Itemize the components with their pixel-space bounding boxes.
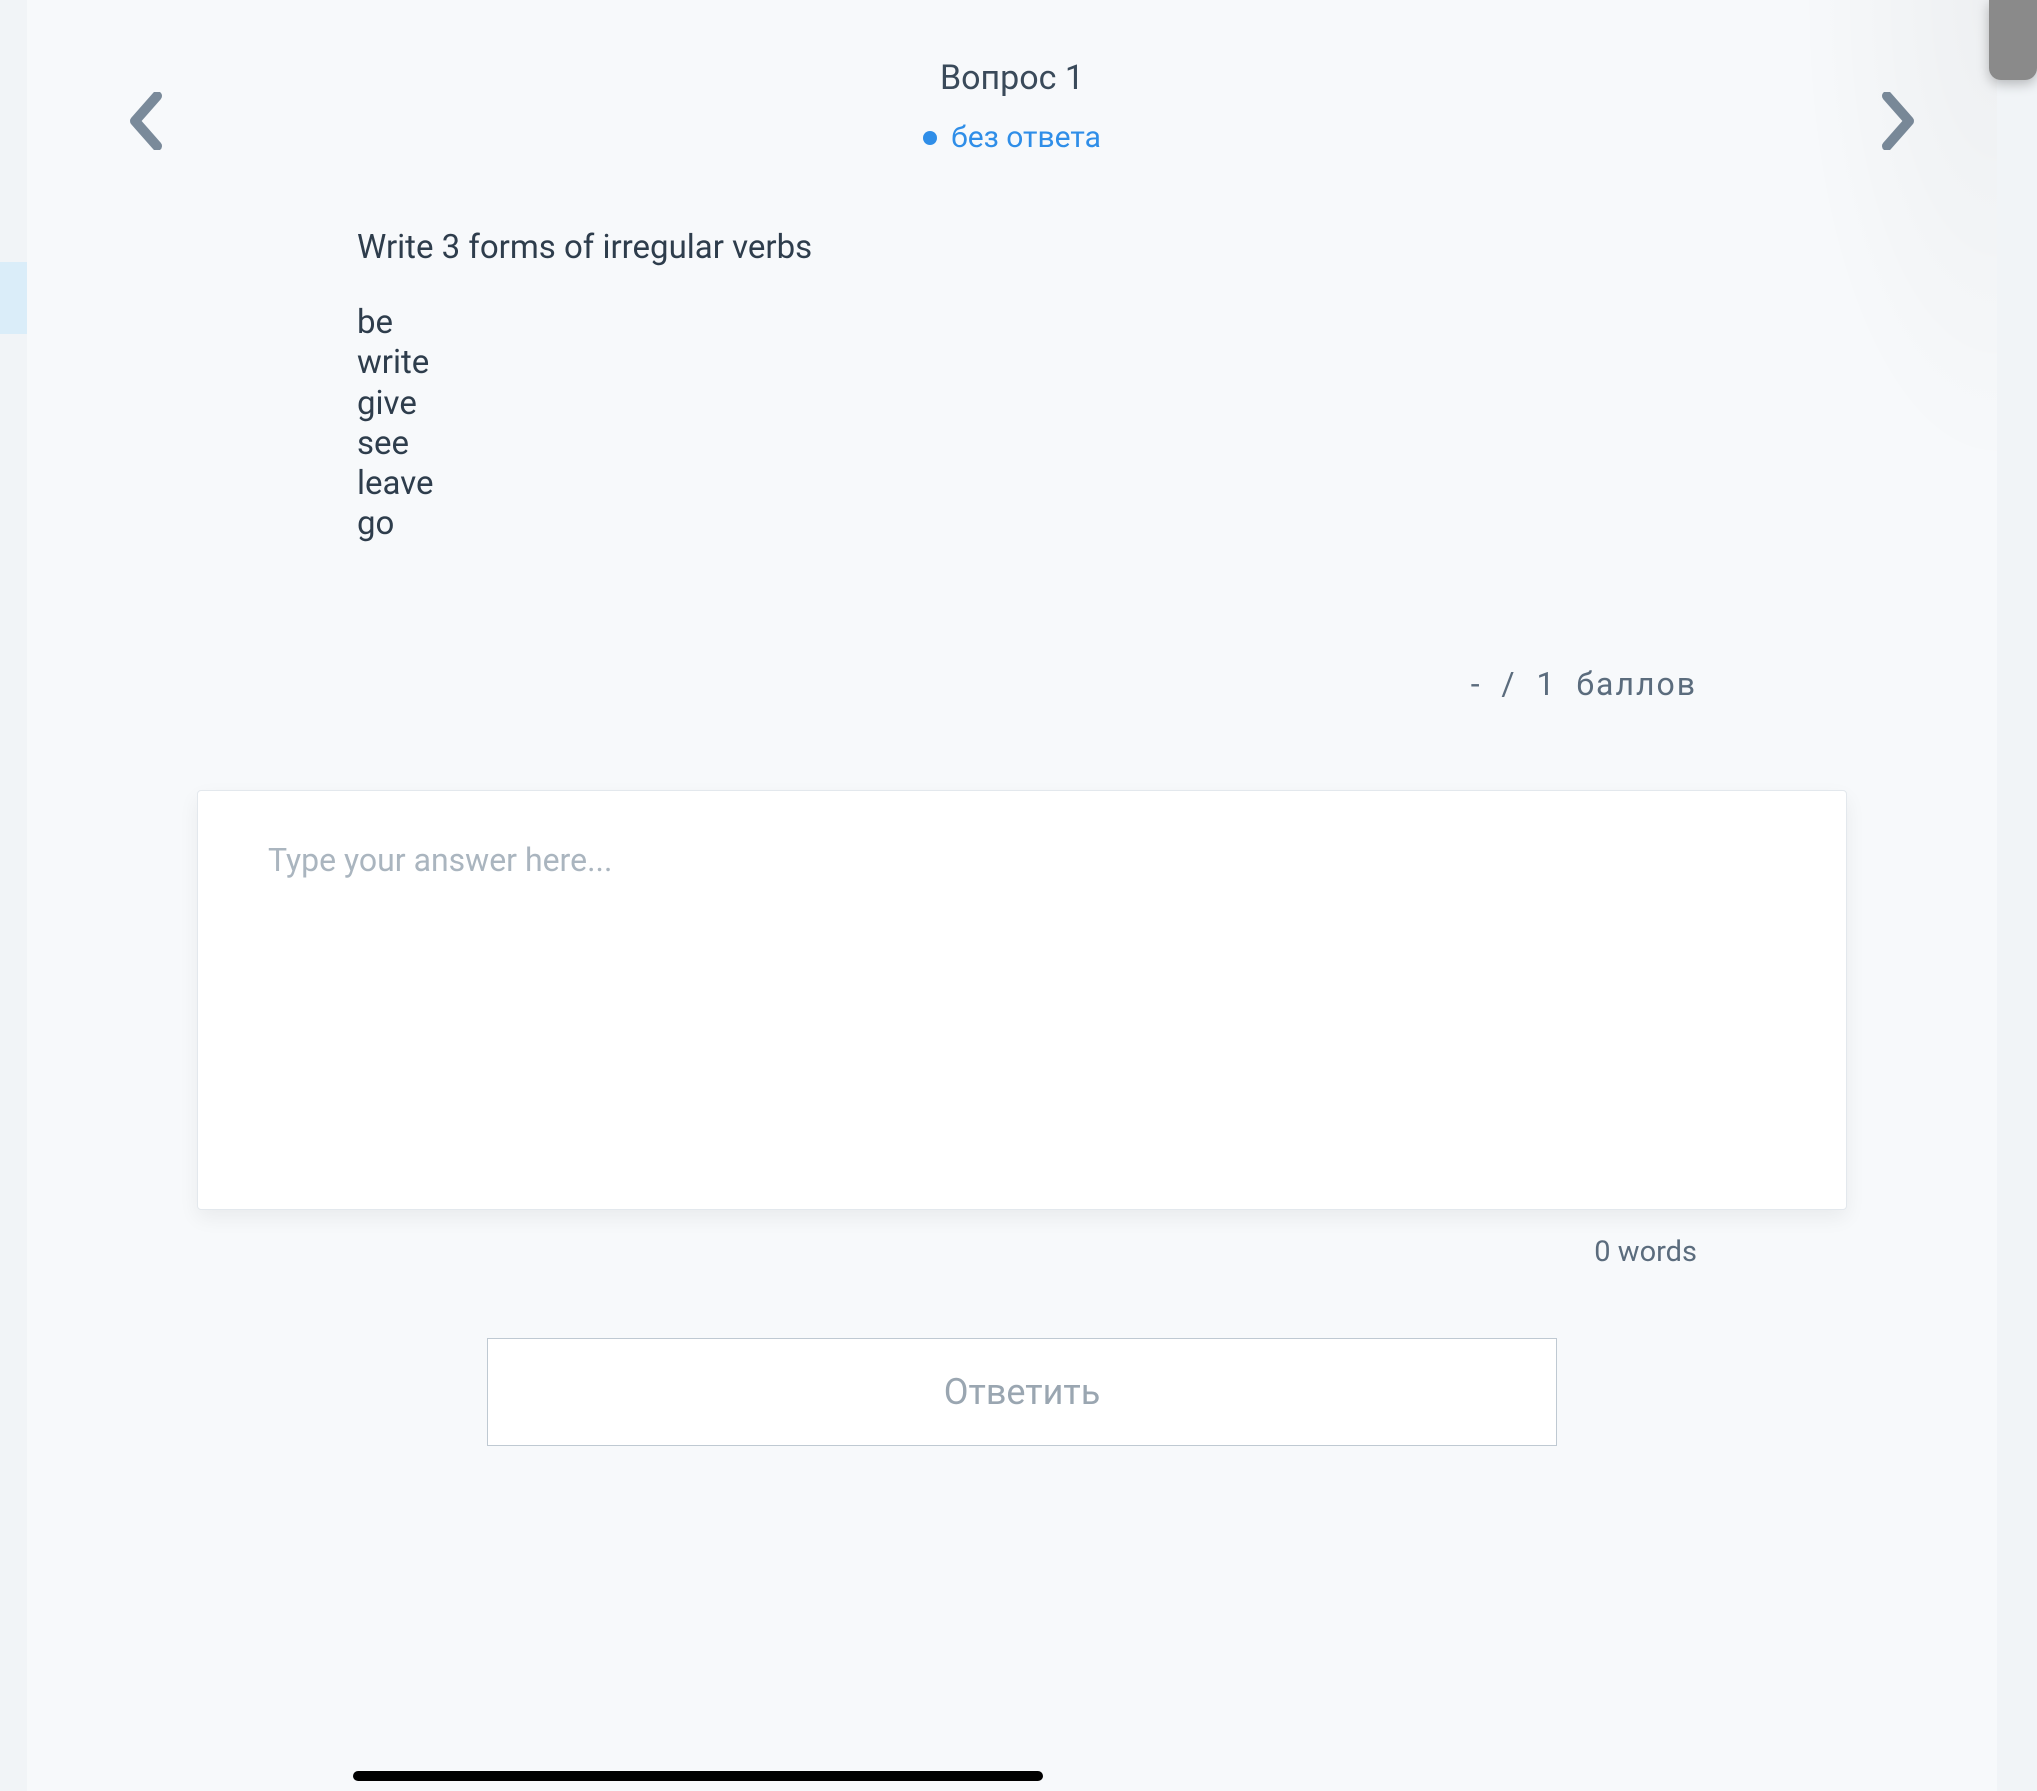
word-count: 0 words: [1594, 1235, 1697, 1269]
question-prompt: Write 3 forms of irregular verbs: [357, 225, 1747, 271]
status-dot-icon: [923, 131, 937, 145]
points-max: 1: [1536, 665, 1556, 703]
submit-button-label: Ответить: [944, 1371, 1101, 1413]
points-label: баллов: [1576, 665, 1697, 703]
points-row: - / 1 баллов: [357, 665, 1697, 703]
points-separator: /: [1501, 665, 1516, 703]
question-verbs-list: be write give see leave go: [357, 303, 1747, 545]
home-indicator: [353, 1771, 1043, 1781]
word-count-label: words: [1618, 1235, 1697, 1269]
answer-input[interactable]: [268, 841, 1776, 1159]
top-right-tab[interactable]: [1989, 0, 2037, 80]
word-count-number: 0: [1594, 1235, 1610, 1269]
question-header: Вопрос 1 без ответа: [27, 58, 1997, 155]
question-body: Write 3 forms of irregular verbs be writ…: [357, 225, 1747, 545]
question-title: Вопрос 1: [27, 58, 1997, 98]
submit-button[interactable]: Ответить: [487, 1338, 1557, 1446]
answer-box: [197, 790, 1847, 1210]
status-text: без ответа: [951, 120, 1101, 155]
left-accent-bar: [0, 262, 27, 334]
main-panel: Вопрос 1 без ответа Write 3 forms of irr…: [27, 0, 1997, 1791]
points-earned: -: [1471, 665, 1482, 703]
status-row: без ответа: [923, 120, 1101, 155]
